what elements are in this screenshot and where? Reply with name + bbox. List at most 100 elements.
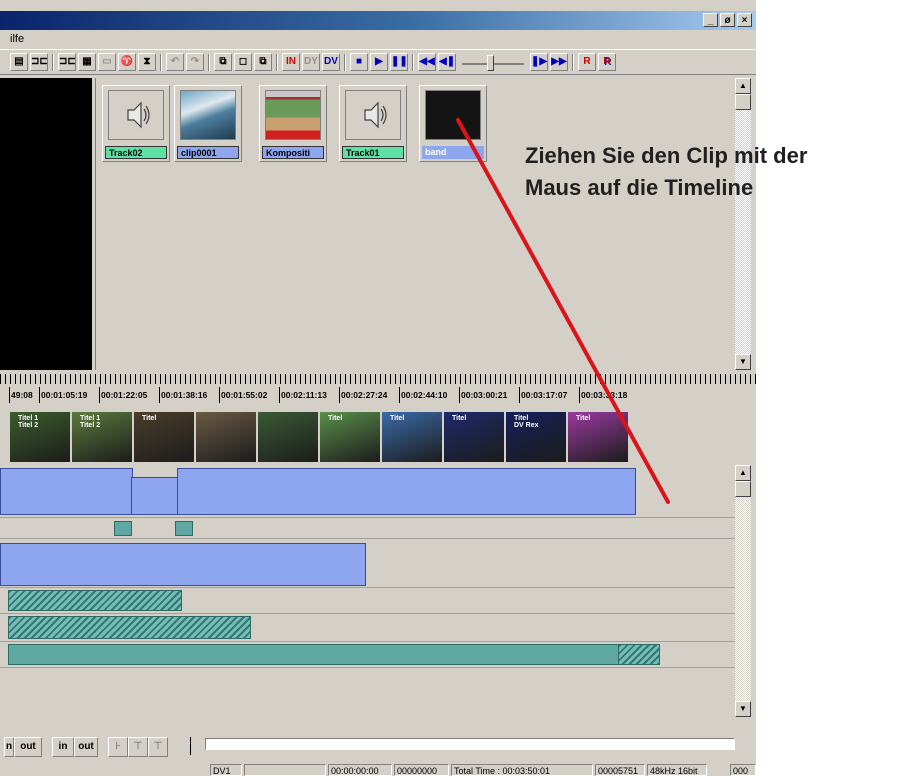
trim-left-icon[interactable]: ⊦ <box>108 737 128 757</box>
timeline-clip[interactable] <box>177 468 636 515</box>
window-controls: _ ø × <box>703 13 752 27</box>
timeline-icon[interactable]: ⊐⊏ <box>58 53 76 71</box>
minimize-button[interactable]: _ <box>703 13 718 27</box>
filmstrip-frame: Titel <box>444 412 504 462</box>
ruler-divider <box>159 387 160 403</box>
trim-center-icon[interactable]: ⊤ <box>128 737 148 757</box>
storyboard-icon[interactable]: ▭ <box>98 53 116 71</box>
bin-clip-komposition[interactable]: Kompositi <box>259 85 327 162</box>
transition-marker[interactable] <box>114 521 132 536</box>
step-forward-icon[interactable]: ❚▶ <box>530 53 548 71</box>
toolbar-separator <box>208 54 210 71</box>
film-icon[interactable]: ▦ <box>78 53 96 71</box>
scroll-up-icon[interactable]: ▲ <box>735 78 751 94</box>
title-bar[interactable]: _ ø × <box>0 11 756 30</box>
jog-slider-thumb[interactable] <box>487 55 494 71</box>
play-icon[interactable]: ▶ <box>370 53 388 71</box>
stop-icon[interactable]: ■ <box>350 53 368 71</box>
status-audio-format: 48kHz 16bit <box>647 764 707 776</box>
filmstrip-frame: Titel <box>134 412 194 462</box>
ruler-timecode: 00:01:55:02 <box>221 390 268 400</box>
pause-icon[interactable]: ❚❚ <box>390 53 408 71</box>
set-out-button[interactable]: out <box>14 737 42 757</box>
status-total-time: Total Time : 00:03:50:01 <box>451 764 593 776</box>
fast-forward-icon[interactable]: ▶▶ <box>550 53 568 71</box>
position-cursor <box>190 737 191 755</box>
record-button[interactable]: R <box>578 53 596 71</box>
filmstrip-frame: Titel <box>320 412 380 462</box>
redo-icon[interactable]: ↷ <box>186 53 204 71</box>
clip-label: band <box>422 146 484 159</box>
filmstrip-frame: Titel DV Rex <box>506 412 566 462</box>
bin-clip-clip0001[interactable]: clip0001 <box>174 85 242 162</box>
effects-icon[interactable]: ♈ <box>118 53 136 71</box>
preview-monitor <box>0 78 92 370</box>
audio-clip[interactable] <box>8 616 251 639</box>
frame-title-text: Titel <box>390 415 405 422</box>
ruler-timecode: 00:01:05:19 <box>41 390 88 400</box>
audio-clip[interactable] <box>8 590 182 611</box>
ruler-divider <box>339 387 340 403</box>
dy-button[interactable]: DY <box>302 53 320 71</box>
speaker-icon <box>108 90 164 140</box>
close-button[interactable]: × <box>737 13 752 27</box>
timeline-scrollbar[interactable]: ▲ ▼ <box>735 465 751 717</box>
status-frames: 00000000 <box>394 764 449 776</box>
scroll-down-icon[interactable]: ▼ <box>735 701 751 717</box>
maximize-button[interactable]: ø <box>720 13 735 27</box>
ruler-divider <box>99 387 100 403</box>
menu-help[interactable]: ilfe <box>0 33 24 45</box>
clip-label: Kompositi <box>262 146 324 159</box>
filmstrip-frame: Titel <box>568 412 628 462</box>
in-button[interactable]: IN <box>282 53 300 71</box>
frame-title-text: Titel <box>328 415 343 422</box>
frame-title-text: Titel DV Rex <box>514 415 539 429</box>
clip-label: Track01 <box>342 146 404 159</box>
split-icon[interactable]: ⊐⊏ <box>30 53 48 71</box>
paste-icon[interactable]: ⧉ <box>254 53 272 71</box>
capture-icon[interactable]: ▤ <box>10 53 28 71</box>
bin-clip-track02[interactable]: Track02 <box>102 85 170 162</box>
bin-scrollbar[interactable]: ▲ ▼ <box>735 78 751 370</box>
copy-icon[interactable]: ⧉ <box>214 53 232 71</box>
timeline-clip[interactable] <box>0 543 366 586</box>
mark-in-button[interactable]: in <box>52 737 74 757</box>
set-in-button[interactable]: n <box>4 737 14 757</box>
video-filmstrip[interactable]: Titel 1 Titel 2 Titel 1 Titel 2 Titel Titel… <box>0 412 636 462</box>
audio-clip[interactable] <box>618 644 660 665</box>
ruler-timecode: 00:02:44:10 <box>401 390 448 400</box>
step-back-icon[interactable]: ◀❚ <box>438 53 456 71</box>
audio-clip[interactable] <box>8 644 620 665</box>
transition-marker[interactable] <box>175 521 193 536</box>
scroll-thumb[interactable] <box>735 481 751 497</box>
hourglass-icon[interactable]: ⧗ <box>138 53 156 71</box>
bin-clip-band[interactable]: band <box>419 85 487 162</box>
ruler-timecode: 00:02:11:13 <box>281 390 327 400</box>
ruler-timecode: 00:03:00:21 <box>461 390 508 400</box>
instruction-callout: Ziehen Sie den Clip mit der Maus auf die… <box>525 140 807 204</box>
window-icon[interactable]: ◻ <box>234 53 252 71</box>
scroll-thumb[interactable] <box>735 94 751 110</box>
record-settings-button[interactable]: R <box>598 53 616 71</box>
undo-icon[interactable]: ↶ <box>166 53 184 71</box>
mark-out-button[interactable]: out <box>74 737 98 757</box>
ruler-divider <box>39 387 40 403</box>
dv-button[interactable]: DV <box>322 53 340 71</box>
bin-clip-track01[interactable]: Track01 <box>339 85 407 162</box>
filmstrip-frame: Titel 1 Titel 2 <box>10 412 70 462</box>
timeline-clip[interactable] <box>0 468 133 515</box>
ruler-timecode: 00:01:22:05 <box>101 390 148 400</box>
timecode-ruler[interactable]: 49:08 00:01:05:19 00:01:22:05 00:01:38:16 00… <box>0 372 756 410</box>
rewind-icon[interactable]: ◀◀ <box>418 53 436 71</box>
position-bar[interactable] <box>205 738 735 750</box>
transition-clip[interactable] <box>131 477 179 515</box>
scroll-down-icon[interactable]: ▼ <box>735 354 751 370</box>
status-device: DV1 <box>210 764 242 776</box>
scroll-up-icon[interactable]: ▲ <box>735 465 751 481</box>
status-counter: 00005751 <box>595 764 645 776</box>
ruler-timecode: 00:02:27:24 <box>341 390 388 400</box>
timeline-tracks[interactable] <box>0 465 737 717</box>
black-thumbnail <box>425 90 481 140</box>
toolbar: ▤ ⊐⊏ ⊐⊏ ▦ ▭ ♈ ⧗ ↶ ↷ ⧉ ◻ ⧉ IN DY DV ■ ▶ ❚… <box>0 49 756 75</box>
trim-right-icon[interactable]: ⊤ <box>148 737 168 757</box>
